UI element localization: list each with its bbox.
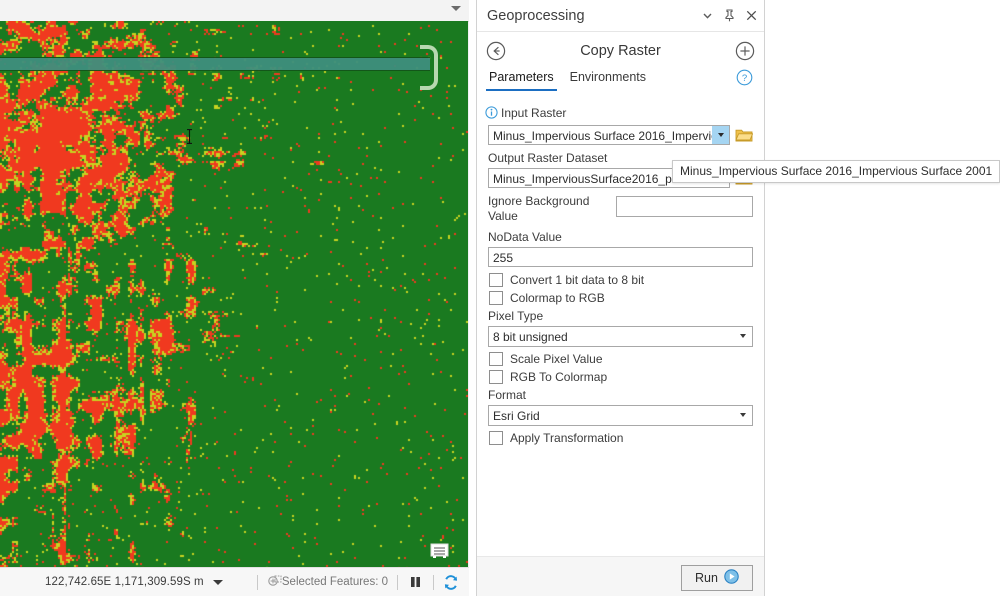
map-status-bar: 122,742.65E 1,171,309.59S m Selected Fea…	[0, 567, 469, 596]
input-raster-value: Minus_Impervious Surface 2016_Impervio	[493, 129, 718, 143]
chevron-down-icon[interactable]	[702, 10, 713, 21]
text-ibeam-cursor	[187, 129, 192, 144]
coordinate-readout: 122,742.65E 1,171,309.59S m	[45, 576, 204, 588]
nodata-value-text: 255	[493, 251, 514, 265]
input-raster-row: Minus_Impervious Surface 2016_Impervio	[488, 125, 754, 145]
ignore-background-value-label: Ignore Background Value	[488, 194, 590, 223]
map-selection-band	[0, 57, 430, 71]
colormap-to-rgb-checkbox[interactable]	[489, 291, 503, 305]
plus-circle-icon[interactable]	[735, 41, 755, 66]
back-arrow-circle-icon[interactable]	[486, 41, 506, 66]
colormap-to-rgb-row[interactable]: Colormap to RGB	[489, 291, 753, 305]
convert-1bit-to-8bit-row[interactable]: Convert 1 bit data to 8 bit	[489, 273, 753, 287]
pin-icon[interactable]	[724, 9, 735, 22]
input-raster-browse-folder-icon[interactable]	[735, 127, 754, 143]
output-raster-dataset-value: Minus_ImperviousSurface2016_p	[493, 172, 672, 186]
panel-footer: Run	[477, 556, 764, 596]
status-divider	[397, 574, 398, 590]
chevron-down-icon	[740, 334, 746, 338]
chevron-down-icon[interactable]	[212, 579, 223, 585]
ignore-background-value-input[interactable]	[616, 196, 753, 217]
pixel-type-value: 8 bit unsigned	[493, 330, 568, 344]
pixel-type-select[interactable]: 8 bit unsigned	[488, 326, 753, 347]
format-select[interactable]: Esri Grid	[488, 405, 753, 426]
pixel-type-label: Pixel Type	[488, 309, 544, 323]
nodata-value-row: 255	[488, 247, 753, 267]
status-divider	[256, 574, 258, 590]
rgb-to-colormap-checkbox[interactable]	[489, 370, 503, 384]
nodata-value-input[interactable]: 255	[488, 247, 753, 267]
panel-title-bar: Geoprocessing	[477, 0, 764, 32]
selected-features-count: Selected Features: 0	[281, 576, 388, 588]
format-value: Esri Grid	[493, 409, 540, 423]
input-raster-combobox[interactable]: Minus_Impervious Surface 2016_Impervio	[488, 125, 730, 145]
scale-pixel-value-label: Scale Pixel Value	[510, 352, 603, 366]
run-button-label: Run	[695, 571, 718, 585]
ignore-background-value-row: Ignore Background Value	[488, 194, 753, 226]
parameters-form: Input Raster Minus_Impervious Surface 20…	[477, 98, 764, 445]
input-raster-tooltip: Minus_Impervious Surface 2016_Impervious…	[672, 160, 1000, 183]
chevron-down-icon[interactable]	[712, 126, 729, 144]
panel-title: Geoprocessing	[487, 7, 585, 24]
raster-layer	[0, 21, 468, 568]
run-button[interactable]: Run	[681, 565, 753, 591]
input-raster-label-row: Input Raster	[485, 106, 753, 123]
apply-transformation-label: Apply Transformation	[510, 431, 624, 445]
tab-bar: Parameters Environments ?	[477, 69, 764, 98]
application-window: 122,742.65E 1,171,309.59S m Selected Fea…	[0, 0, 1000, 596]
colormap-to-rgb-label: Colormap to RGB	[510, 291, 605, 305]
map-pane: 122,742.65E 1,171,309.59S m Selected Fea…	[0, 0, 469, 596]
status-divider	[433, 574, 434, 590]
tab-environments[interactable]: Environments	[567, 70, 649, 89]
close-icon[interactable]	[746, 10, 757, 21]
refresh-icon[interactable]	[443, 574, 459, 590]
chevron-down-icon[interactable]	[451, 6, 461, 11]
format-label: Format	[488, 388, 527, 402]
help-circle-icon[interactable]: ?	[736, 69, 753, 91]
nodata-value-label: NoData Value	[488, 230, 562, 244]
svg-text:?: ?	[742, 73, 747, 84]
input-raster-label: Input Raster	[501, 106, 567, 120]
select-features-icon[interactable]	[267, 575, 282, 589]
apply-transformation-row[interactable]: Apply Transformation	[489, 431, 753, 445]
scale-pixel-value-row[interactable]: Scale Pixel Value	[489, 352, 753, 366]
panel-title-bar-icons	[702, 0, 757, 31]
apply-transformation-checkbox[interactable]	[489, 431, 503, 445]
tool-header: Copy Raster	[477, 32, 764, 70]
basemap-card-icon[interactable]	[429, 540, 455, 560]
rgb-to-colormap-label: RGB To Colormap	[510, 370, 608, 384]
scale-pixel-value-checkbox[interactable]	[489, 352, 503, 366]
convert-1bit-to-8bit-label: Convert 1 bit data to 8 bit	[510, 273, 645, 287]
tab-parameters[interactable]: Parameters	[486, 70, 557, 91]
info-circle-icon[interactable]	[485, 106, 498, 123]
map-canvas[interactable]	[0, 21, 468, 568]
tool-title: Copy Raster	[580, 43, 661, 59]
rgb-to-colormap-row[interactable]: RGB To Colormap	[489, 370, 753, 384]
play-circle-icon	[724, 569, 739, 587]
selection-handle-bracket[interactable]	[420, 45, 438, 90]
map-toolbar	[0, 0, 469, 22]
pause-icon[interactable]	[409, 575, 422, 589]
chevron-down-icon	[740, 413, 746, 417]
convert-1bit-to-8bit-checkbox[interactable]	[489, 273, 503, 287]
geoprocessing-panel: Geoprocessing Copy Raster Parameters Env…	[476, 0, 765, 596]
